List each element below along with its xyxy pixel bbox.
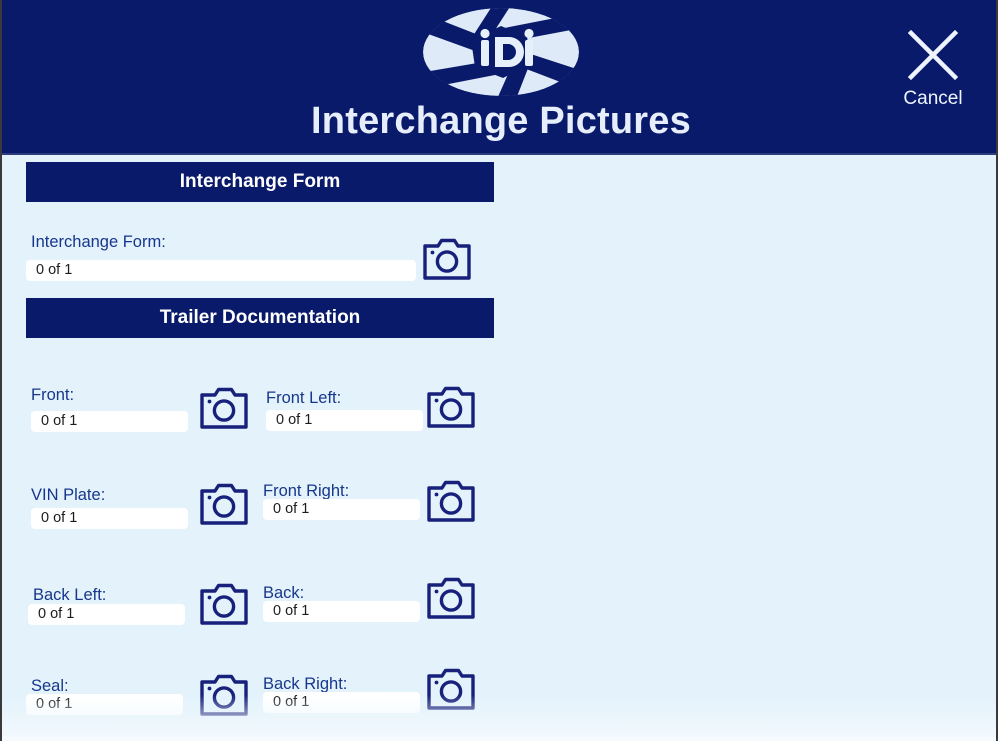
camera-icon [200, 483, 248, 525]
camera-button-back[interactable] [425, 575, 477, 621]
camera-aperture-eye-logo-icon [423, 8, 579, 96]
field-label-back-left: Back Left: [33, 586, 107, 604]
camera-button-seal[interactable] [198, 672, 250, 718]
camera-button-interchange-form[interactable] [421, 236, 473, 282]
camera-icon [427, 480, 475, 522]
field-input-back[interactable] [263, 601, 420, 622]
section-header-label: Interchange Form [179, 171, 341, 192]
camera-button-vin-plate[interactable] [198, 481, 250, 527]
field-label-vin-plate: VIN Plate: [31, 486, 106, 504]
field-label-seal: Seal: [31, 677, 69, 695]
field-input-front-right[interactable] [263, 499, 420, 520]
field-input-interchange-form[interactable] [26, 260, 416, 281]
field-input-back-left[interactable] [28, 604, 185, 625]
close-x-icon [907, 29, 959, 81]
camera-button-front-left[interactable] [425, 384, 477, 430]
camera-icon [200, 387, 248, 429]
camera-button-back-left[interactable] [198, 581, 250, 627]
camera-button-back-right[interactable] [425, 666, 477, 712]
camera-icon [200, 674, 248, 716]
section-header-trailer-documentation: Trailer Documentation [26, 298, 494, 338]
field-label-front-right: Front Right: [263, 482, 350, 500]
field-input-front[interactable] [31, 411, 188, 432]
cancel-button-label: Cancel [903, 88, 963, 109]
camera-button-front[interactable] [198, 385, 250, 431]
camera-icon [200, 583, 248, 625]
camera-icon [427, 668, 475, 710]
field-label-back-right: Back Right: [263, 675, 348, 693]
app-header: Interchange Pictures Cancel [2, 0, 996, 155]
section-header-interchange-form: Interchange Form [26, 162, 494, 202]
field-label-back: Back: [263, 584, 305, 602]
interchange-pictures-screen: Interchange Pictures Cancel Interchange … [0, 0, 998, 741]
section-header-label: Trailer Documentation [159, 307, 361, 328]
field-input-front-left[interactable] [266, 410, 423, 431]
form-content: Interchange Form Interchange Form: Trailer… [2, 155, 996, 741]
field-input-seal[interactable] [26, 694, 183, 715]
page-title: Interchange Pictures [311, 100, 691, 142]
cancel-button[interactable]: Cancel [888, 28, 978, 110]
field-label-front-left: Front Left: [266, 389, 342, 407]
idi-logo [421, 4, 581, 100]
camera-icon [427, 386, 475, 428]
field-input-vin-plate[interactable] [31, 508, 188, 529]
camera-icon [423, 238, 471, 280]
camera-icon [427, 577, 475, 619]
field-input-back-right[interactable] [263, 692, 420, 713]
camera-button-front-right[interactable] [425, 478, 477, 524]
field-label-front: Front: [31, 386, 75, 404]
field-label-interchange-form: Interchange Form: [31, 233, 166, 251]
